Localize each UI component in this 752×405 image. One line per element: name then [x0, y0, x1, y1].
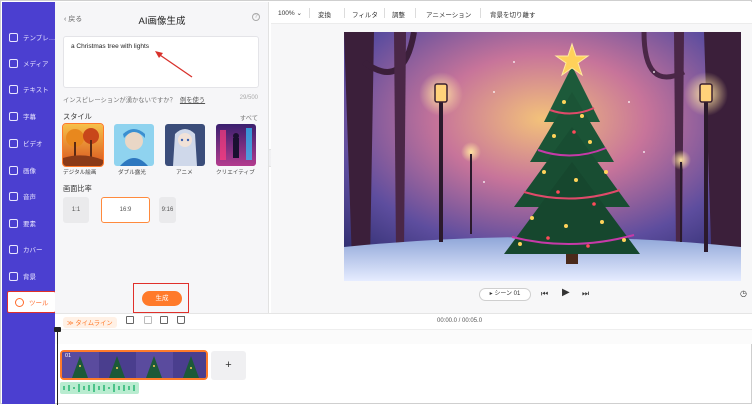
use-example-link[interactable]: 例を使う	[180, 97, 205, 104]
style-name-creative: クリエイティブ	[216, 170, 255, 176]
style-card-anime[interactable]	[165, 124, 205, 166]
nav-item-video[interactable]: ビデオ	[2, 130, 55, 156]
audio-icon	[9, 191, 18, 201]
adjust-button[interactable]: 調整	[392, 9, 405, 19]
style-name-digital-painting: デジタル絵画	[63, 170, 97, 176]
media-icon	[9, 58, 18, 68]
animation-button[interactable]: アニメーション	[426, 9, 471, 19]
generate-button[interactable]: 生成	[142, 291, 182, 306]
skip-forward-icon[interactable]: ⏭	[582, 289, 589, 299]
timeline-time: 00:00.0 / 00:05.0	[437, 318, 483, 324]
christmas-tree-scene	[344, 32, 741, 281]
double-exposure-thumbnail	[114, 124, 154, 166]
toolbar-divider	[344, 8, 345, 18]
add-clip-button[interactable]: +	[211, 351, 246, 380]
nav-item-template[interactable]: テンプレ…	[2, 24, 55, 50]
preview-image[interactable]	[344, 32, 741, 281]
nav-item-text[interactable]: テキスト	[2, 76, 55, 102]
left-nav: テンプレ… メディア テキスト 字幕 ビデオ 画像 音声 要素 カバー 背景 ツ…	[2, 2, 56, 404]
char-counter: 29/500	[239, 95, 258, 101]
toolbar-divider	[415, 8, 416, 18]
split-icon[interactable]	[144, 316, 152, 324]
transform-button[interactable]: 変換	[318, 9, 331, 19]
style-card-double-exposure[interactable]	[114, 124, 154, 166]
digital-painting-thumbnail	[63, 124, 103, 166]
style-section-label: スタイル	[63, 112, 92, 121]
clip-thumbnails	[62, 352, 206, 378]
chevron-down-icon: ⌄	[296, 10, 302, 17]
video-icon	[9, 138, 18, 148]
style-name-anime: アニメ	[176, 170, 193, 176]
nav-item-media[interactable]: メディア	[2, 50, 55, 76]
nav-item-tools[interactable]: ツール	[7, 291, 56, 313]
anime-thumbnail	[165, 124, 205, 166]
play-icon[interactable]: ▶	[562, 287, 570, 298]
app-window: テンプレ… メディア テキスト 字幕 ビデオ 画像 音声 要素 カバー 背景 ツ…	[0, 0, 752, 405]
text-icon	[9, 84, 18, 94]
timeline-ruler[interactable]	[55, 330, 752, 344]
image-icon	[9, 165, 18, 175]
template-icon	[9, 32, 18, 42]
inspiration-text: インスピレーションが湧かないですか？	[63, 97, 176, 104]
ratio-section-label: 画面比率	[63, 184, 92, 193]
toolbar-divider	[309, 8, 310, 18]
cover-icon	[9, 244, 18, 254]
trash-icon[interactable]	[177, 316, 185, 324]
inspiration-hint: インスピレーションが湧かないですか？ 例を使う	[63, 95, 205, 104]
creative-thumbnail	[216, 124, 256, 166]
zoom-select[interactable]: 100% ⌄	[278, 9, 302, 17]
clip-number: 01	[65, 353, 72, 359]
top-toolbar: 100% ⌄ 変換 フィルタ 調整 アニメーション 背景を切り離す	[271, 2, 752, 24]
add-track-icon[interactable]	[126, 316, 134, 324]
audio-track[interactable]	[60, 382, 139, 394]
style-name-double-exposure: ダブル露光	[118, 170, 146, 176]
element-icon	[9, 218, 18, 228]
see-all-link[interactable]: すべて	[240, 113, 258, 122]
nav-item-audio[interactable]: 音声	[2, 183, 55, 209]
annotation-arrow-icon	[155, 51, 193, 78]
scene-selector[interactable]: ▸ シーン 01	[479, 288, 531, 301]
video-clip[interactable]: 01	[60, 350, 208, 380]
remove-background-button[interactable]: 背景を切り離す	[490, 9, 536, 19]
play-small-icon: ▸	[489, 291, 493, 297]
nav-item-cover[interactable]: カバー	[2, 236, 55, 262]
ratio-16-9[interactable]: 16:9	[101, 197, 150, 223]
timer-icon[interactable]: ◷	[740, 289, 747, 298]
toolbar-divider	[480, 8, 481, 18]
tools-icon	[15, 297, 24, 307]
ai-image-panel: ‹ 戻る AI画像生成 ? a Christmas tree with ligh…	[55, 2, 269, 313]
zoom-value: 100%	[278, 10, 295, 17]
nav-item-element[interactable]: 要素	[2, 210, 55, 236]
scene-label: シーン 01	[494, 291, 521, 297]
timeline-label: タイムライン	[75, 320, 113, 327]
nav-item-subtitle[interactable]: 字幕	[2, 103, 55, 129]
subtitle-icon	[9, 111, 18, 121]
timeline-tab[interactable]: ≫ タイムライン	[63, 317, 117, 328]
toolbar-divider	[384, 8, 385, 18]
style-card-creative[interactable]	[216, 124, 256, 166]
skip-back-icon[interactable]: ⏮	[541, 289, 548, 299]
playhead[interactable]	[57, 328, 58, 405]
ratio-9-16[interactable]: 9:16	[159, 197, 176, 223]
nav-item-background[interactable]: 背景	[2, 263, 55, 289]
style-card-digital-painting[interactable]	[62, 123, 104, 167]
background-icon	[9, 271, 18, 281]
timeline-icon: ≫	[67, 320, 74, 327]
ratio-1-1[interactable]: 1:1	[63, 197, 89, 223]
audio-waveform-icon	[63, 384, 135, 392]
duplicate-icon[interactable]	[160, 316, 168, 324]
nav-item-image[interactable]: 画像	[2, 157, 55, 183]
filter-button[interactable]: フィルタ	[352, 9, 378, 19]
